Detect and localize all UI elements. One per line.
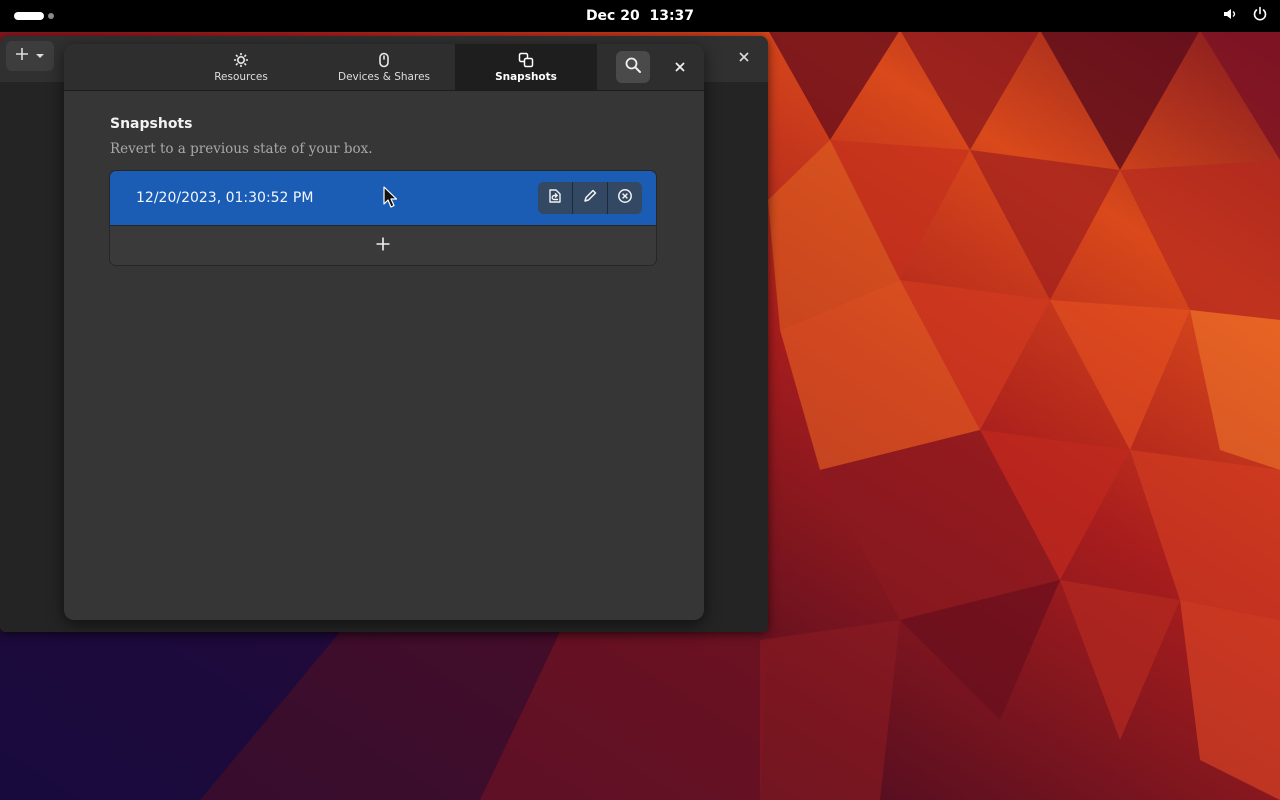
plus-icon	[375, 236, 391, 256]
section-description: Revert to a previous state of your box.	[110, 141, 373, 157]
section-title: Snapshots	[110, 116, 193, 132]
power-icon[interactable]	[1252, 6, 1268, 22]
gear-icon	[233, 52, 249, 71]
dialog-header: Resources Devices & Shares Snapshots	[64, 44, 704, 91]
clock-time: 13:37	[649, 8, 695, 24]
tab-snapshots-label: Snapshots	[495, 70, 557, 83]
mouse-pointer-icon	[383, 186, 397, 208]
background-window-close-button[interactable]	[732, 45, 756, 69]
tab-devices-shares[interactable]: Devices & Shares	[313, 44, 455, 90]
activities-button[interactable]	[14, 10, 54, 22]
workspace-indicator	[48, 13, 54, 19]
edit-icon	[582, 188, 598, 208]
add-snapshot-button[interactable]	[110, 225, 656, 265]
dialog-close-button[interactable]	[668, 55, 692, 79]
snapshot-actions	[538, 182, 642, 214]
workspace-indicator-active	[14, 12, 44, 20]
tab-snapshots[interactable]: Snapshots	[455, 44, 597, 90]
snapshot-label: 12/20/2023, 01:30:52 PM	[136, 190, 314, 206]
plus-icon	[14, 46, 30, 66]
snapshots-icon	[518, 52, 534, 71]
tab-resources[interactable]: Resources	[170, 44, 312, 90]
box-preferences-dialog: Resources Devices & Shares Snapshots Sna…	[64, 44, 704, 620]
close-icon	[674, 58, 686, 77]
revert-snapshot-button[interactable]	[538, 182, 572, 214]
top-bar: Dec 20 13:37	[0, 0, 1280, 32]
tab-resources-label: Resources	[214, 70, 268, 83]
volume-icon[interactable]	[1222, 6, 1238, 22]
clock-button[interactable]: Dec 20 13:37	[586, 8, 694, 24]
rename-snapshot-button[interactable]	[572, 182, 607, 214]
snapshots-page: Snapshots Revert to a previous state of …	[110, 112, 656, 265]
clock: Dec 20 13:37	[0, 0, 1280, 32]
system-tray[interactable]	[1222, 6, 1268, 22]
close-icon	[738, 48, 750, 67]
delete-icon	[617, 188, 633, 208]
mouse-icon	[376, 52, 392, 71]
clock-date: Dec 20	[585, 8, 640, 24]
new-box-button[interactable]	[6, 41, 54, 71]
delete-snapshot-button[interactable]	[607, 182, 642, 214]
search-button[interactable]	[616, 51, 650, 83]
tab-devices-label: Devices & Shares	[337, 70, 430, 83]
search-icon	[624, 56, 642, 78]
revert-icon	[547, 188, 563, 208]
chevron-down-icon	[34, 47, 46, 66]
